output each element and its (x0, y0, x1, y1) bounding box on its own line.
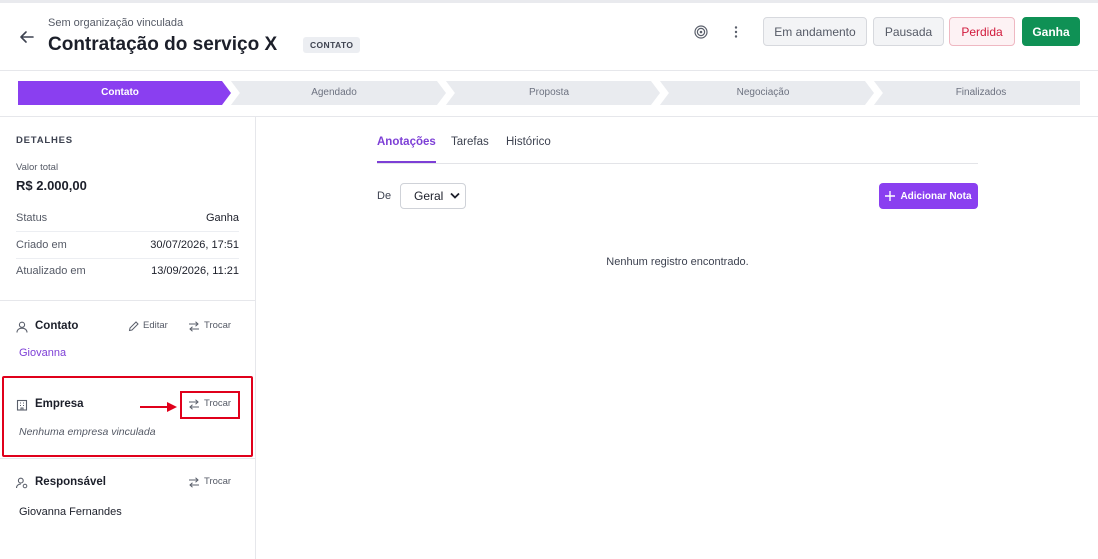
total-value-label: Valor total (16, 162, 59, 173)
section-divider (0, 458, 255, 459)
responsible-name: Giovanna Fernandes (19, 506, 122, 518)
tab-bar: Anotações Tarefas Histórico (377, 136, 978, 164)
tab-historico[interactable]: Histórico (506, 136, 551, 163)
detail-label: Criado em (16, 239, 67, 251)
add-note-button[interactable]: Adicionar Nota (879, 183, 978, 209)
swap-label: Trocar (204, 476, 232, 487)
annotation-arrow (140, 402, 177, 412)
stage-label-agendado: Agendado (311, 87, 357, 98)
detail-value: 13/09/2026, 11:21 (151, 265, 239, 277)
select-value: Geral (414, 189, 444, 203)
tab-anotacoes[interactable]: Anotações (377, 136, 436, 163)
empty-state-text: Nenhum registro encontrado. (606, 256, 749, 268)
tab-tarefas[interactable]: Tarefas (451, 136, 489, 163)
deal-header: Sem organização vinculada Contratação do… (0, 3, 1098, 71)
user-gear-icon (15, 476, 28, 489)
stage-label-finalizados: Finalizados (955, 87, 1007, 98)
swap-arrows-icon (189, 476, 199, 488)
stage-label-proposta: Proposta (528, 87, 570, 98)
user-icon (16, 320, 28, 333)
more-vertical-icon[interactable] (727, 23, 745, 41)
responsible-title: Responsável (35, 476, 106, 488)
contact-header: Contato Editar Trocar (16, 318, 240, 334)
swap-contact-button[interactable]: Trocar (188, 318, 231, 334)
highlight-box-swap (180, 391, 240, 419)
pencil-icon (128, 320, 139, 331)
stage-label-contato: Contato (101, 87, 139, 98)
detail-label: Status (16, 212, 48, 224)
swap-responsible-button[interactable]: Trocar (188, 474, 231, 490)
page-title: Contratação do serviço X (48, 34, 278, 55)
total-value: R$ 2.000,00 (16, 178, 87, 193)
detail-row-created: Criado em 30/07/2026, 17:51 (16, 232, 239, 258)
filter-label: De (377, 190, 392, 202)
lost-button[interactable]: Perdida (949, 17, 1015, 46)
target-icon[interactable] (692, 23, 710, 41)
header-divider (0, 116, 1098, 117)
add-note-label: Adicionar Nota (900, 190, 972, 202)
pipeline-stages: Contato Agendado Proposta Negociação Fin… (18, 81, 1080, 105)
responsible-header: Responsável Trocar (15, 474, 240, 490)
organization-label: Sem organização vinculada (48, 17, 184, 29)
contact-title: Contato (35, 320, 79, 332)
detail-row-status: Status Ganha (16, 205, 239, 231)
detail-value: Ganha (205, 212, 239, 224)
section-divider (0, 300, 255, 301)
edit-contact-button[interactable]: Editar (128, 318, 168, 334)
paused-button[interactable]: Pausada (873, 17, 944, 46)
stage-badge: CONTATO (303, 37, 361, 53)
swap-label: Trocar (204, 320, 232, 331)
stage-label-negociacao: Negociação (736, 87, 790, 98)
detail-label: Atualizado em (16, 265, 86, 277)
edit-label: Editar (143, 320, 168, 331)
chevron-down-icon (450, 192, 460, 199)
swap-arrows-icon (189, 320, 199, 332)
details-title: DETALHES (16, 135, 73, 146)
author-filter-select[interactable]: Geral (400, 183, 466, 209)
arrow-left-icon[interactable] (18, 28, 36, 46)
sidebar-divider (255, 117, 256, 559)
contact-name-link[interactable]: Giovanna (19, 347, 66, 359)
detail-value: 30/07/2026, 17:51 (150, 239, 239, 251)
detail-row-updated: Atualizado em 13/09/2026, 11:21 (16, 258, 239, 284)
plus-icon (885, 191, 896, 201)
in-progress-button[interactable]: Em andamento (763, 17, 867, 46)
won-button[interactable]: Ganha (1022, 17, 1080, 46)
